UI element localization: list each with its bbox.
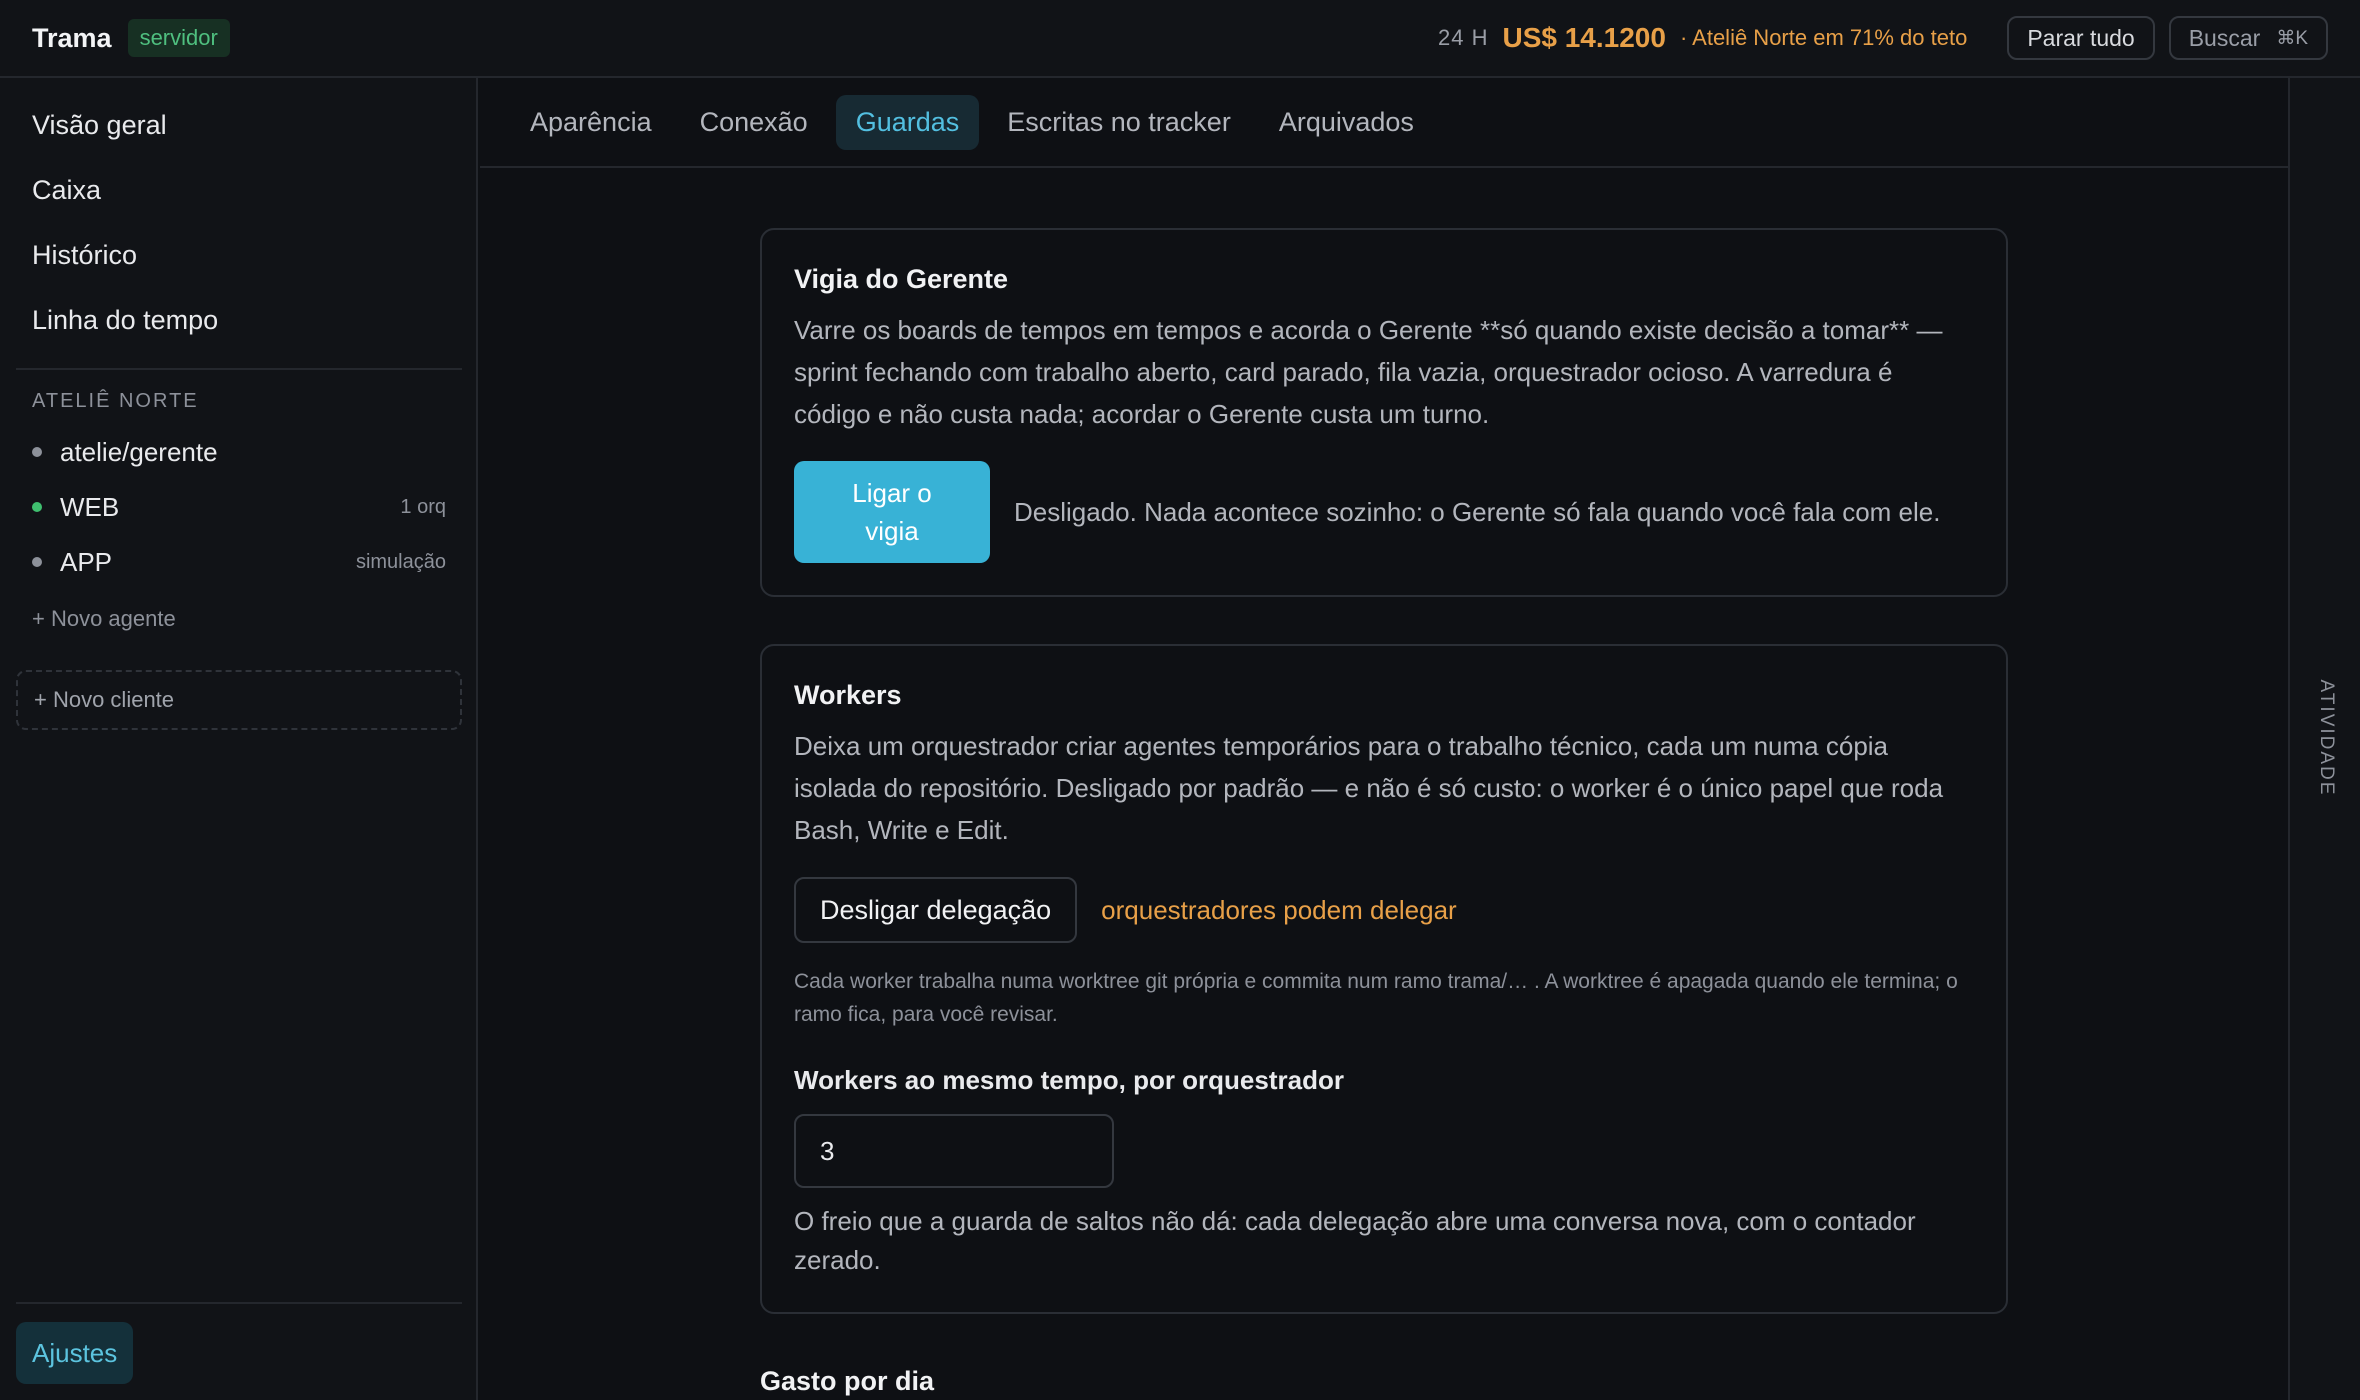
watcher-title: Vigia do Gerente — [794, 264, 1009, 294]
budget-note: · Ateliê Norte em 71% do teto — [1679, 25, 1968, 50]
worktree-note: Cada worker trabalha numa worktree git p… — [794, 970, 1958, 1026]
new-agent-link[interactable]: + Novo agente — [32, 606, 176, 632]
settings-tabs: Aparência Conexão Guardas Escritas no tr… — [480, 78, 2288, 168]
app-name: Trama — [32, 22, 112, 53]
activity-rail-label: ATIVIDADE — [2316, 679, 2337, 797]
watcher-status-note: Desligado. Nada acontece sozinho: o Gere… — [1014, 497, 1941, 527]
sidebar: Visão geral Caixa Histórico Linha do tem… — [0, 78, 478, 1400]
new-client-label: + Novo cliente — [34, 687, 175, 712]
disable-delegation-button[interactable]: Desligar delegação — [794, 877, 1078, 943]
stop-all-button[interactable]: Parar tudo — [2007, 16, 2155, 60]
search-button[interactable]: Buscar ⌘K — [2168, 16, 2328, 60]
tab-guards[interactable]: Guardas — [835, 94, 980, 150]
activity-rail[interactable]: ATIVIDADE — [2288, 78, 2360, 1400]
agent-name: APP — [60, 546, 113, 577]
agent-name: WEB — [60, 491, 120, 522]
agent-tag: simulação — [355, 550, 446, 573]
watcher-description: Varre os boards de tempos em tempos e ac… — [794, 315, 1943, 429]
agent-name: atelie/gerente — [60, 436, 218, 467]
search-label: Buscar — [2188, 24, 2261, 51]
delegation-status: orquestradores podem delegar — [1101, 894, 1457, 925]
agent-tag: 1 orq — [400, 495, 446, 518]
sidebar-divider — [16, 368, 462, 370]
tab-connection[interactable]: Conexão — [680, 95, 828, 150]
client-section-label: ATELIÊ NORTE — [32, 390, 199, 412]
sidebar-item-history[interactable]: Histórico — [32, 240, 137, 271]
status-dot — [32, 557, 42, 567]
mode-badge: servidor — [127, 19, 230, 57]
daily-spend-heading: Gasto por dia — [760, 1366, 935, 1396]
cost-period: 24 H — [1437, 25, 1489, 50]
workers-title: Workers — [794, 680, 902, 710]
agent-item-app[interactable]: APP simulação — [32, 542, 446, 582]
agent-item-web[interactable]: WEB 1 orq — [32, 487, 446, 527]
concurrency-value: 3 — [820, 1135, 835, 1166]
tab-tracker-writes[interactable]: Escritas no tracker — [987, 95, 1251, 150]
status-dot — [32, 502, 42, 512]
disable-delegation-label: Desligar delegação — [820, 894, 1052, 925]
concurrency-label: Workers ao mesmo tempo, por orquestrador — [794, 1065, 1344, 1095]
stop-all-label: Parar tudo — [2027, 24, 2135, 51]
tab-archived[interactable]: Arquivados — [1259, 95, 1434, 150]
sidebar-item-settings[interactable]: Ajustes — [16, 1322, 134, 1384]
workers-card: Workers Deixa um orquestrador criar agen… — [760, 644, 2008, 1314]
search-shortcut: ⌘K — [2276, 27, 2308, 49]
cost-value: US$ 14.1200 — [1502, 22, 1666, 53]
concurrency-input[interactable]: 3 — [794, 1114, 1114, 1188]
watcher-card: Vigia do Gerente Varre os boards de temp… — [760, 228, 2008, 597]
top-bar: Trama servidor 24 H US$ 14.1200 · Ateliê… — [0, 0, 2360, 78]
new-client-button[interactable]: + Novo cliente — [16, 670, 462, 730]
sidebar-divider — [16, 1302, 462, 1304]
enable-watcher-label: Ligar o vigia — [852, 478, 932, 546]
enable-watcher-button[interactable]: Ligar o vigia — [794, 461, 990, 563]
status-dot — [32, 447, 42, 457]
concurrency-note: O freio que a guarda de saltos não dá: c… — [794, 1206, 1916, 1275]
top-right-controls: 24 H US$ 14.1200 · Ateliê Norte em 71% d… — [1438, 16, 2328, 60]
sidebar-item-inbox[interactable]: Caixa — [32, 175, 101, 206]
settings-label: Ajustes — [32, 1337, 118, 1368]
sidebar-item-timeline[interactable]: Linha do tempo — [32, 305, 218, 336]
sidebar-item-overview[interactable]: Visão geral — [32, 110, 167, 141]
agent-item-gerente[interactable]: atelie/gerente — [32, 432, 446, 472]
tab-appearance[interactable]: Aparência — [510, 95, 672, 150]
workers-description: Deixa um orquestrador criar agentes temp… — [794, 731, 1944, 845]
